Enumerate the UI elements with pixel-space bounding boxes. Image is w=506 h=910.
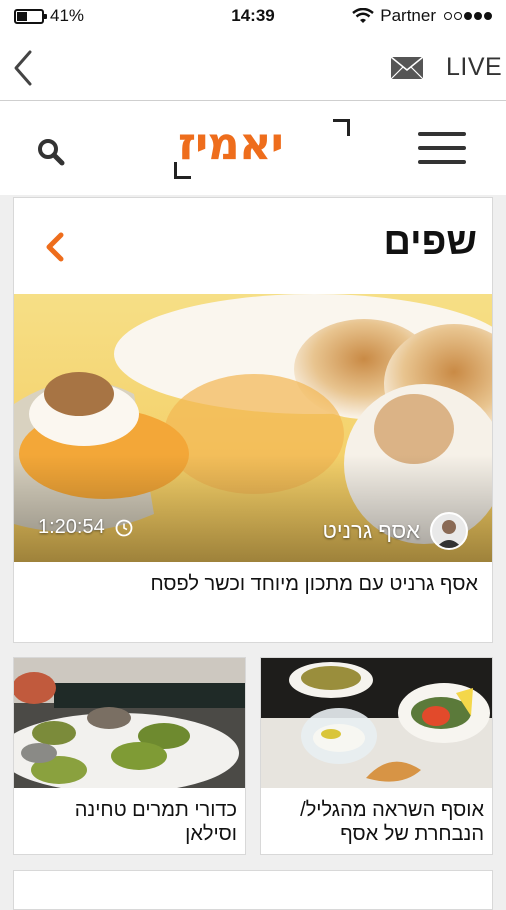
chevron-left-icon[interactable] (44, 232, 66, 262)
chefs-section-card: שפים אסף גרניט 1:20:54 אסף גרניט עם מתכו… (13, 197, 493, 643)
recipe-card[interactable]: כדורי תמרים טחינה וסילאן (13, 657, 246, 855)
avatar (430, 512, 468, 550)
hero-author[interactable]: אסף גרניט (322, 512, 468, 550)
search-icon[interactable] (36, 137, 66, 167)
site-header: יאמיז (0, 101, 506, 195)
hamburger-menu-icon[interactable] (418, 132, 466, 166)
hero-video[interactable]: אסף גרניט 1:20:54 (14, 294, 492, 562)
hero-caption[interactable]: אסף גרניט עם מתכון מיוחד וכשר לפסח (28, 573, 478, 596)
live-button[interactable]: LIVE (446, 53, 502, 82)
wifi-icon (352, 8, 375, 23)
logo-text: יאמיז (178, 117, 284, 170)
video-duration: 1:20:54 (38, 516, 133, 539)
recipe-caption: כדורי תמרים טחינה וסילאן (74, 799, 237, 845)
recipe-thumbnail (14, 658, 245, 788)
mail-icon[interactable] (390, 56, 424, 80)
status-bar: 41% 14:39 Partner (0, 0, 506, 34)
section-title: שפים (383, 221, 477, 263)
recipe-card[interactable]: אוסף השראה מהגליל/ הנבחרת של אסף (260, 657, 493, 855)
duration-text: 1:20:54 (38, 516, 105, 538)
author-name: אסף גרניט (322, 518, 420, 543)
nav-bar: LIVE (0, 34, 506, 101)
network-indicator: Partner (352, 6, 492, 26)
recipe-caption: אוסף השראה מהגליל/ הנבחרת של אסף (300, 799, 484, 845)
signal-icon (442, 12, 492, 20)
next-section-card (13, 870, 493, 910)
back-icon[interactable] (8, 48, 42, 88)
carrier-name: Partner (380, 6, 436, 25)
logo-frame-corner (333, 119, 350, 136)
site-logo[interactable]: יאמיז (174, 117, 350, 179)
recipe-thumbnail (261, 658, 492, 788)
clock-icon (115, 519, 133, 536)
